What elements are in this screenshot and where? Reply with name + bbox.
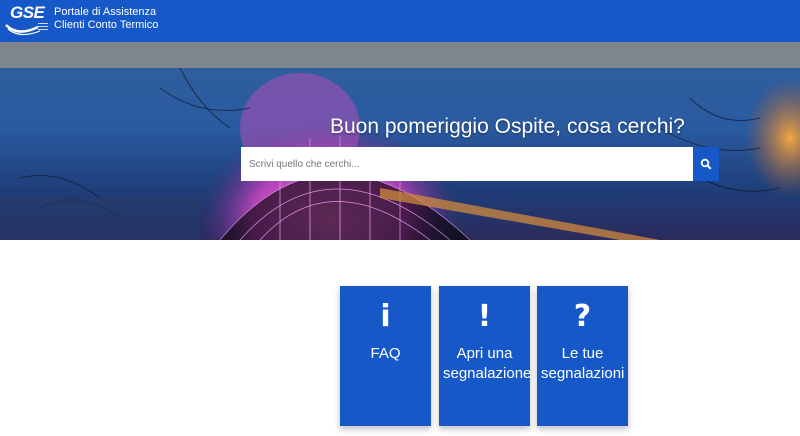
gse-logo[interactable]: GSE [4,3,50,39]
info-icon: i [380,299,391,334]
top-header: GSE Portale di Assistenza Clienti Conto … [0,0,800,42]
nav-strip [0,42,800,68]
search-bar [241,147,719,181]
logo-swoosh-icon [5,23,48,36]
search-button[interactable] [693,147,719,181]
portal-title-line1: Portale di Assistenza [54,6,157,18]
faq-tile[interactable]: i FAQ [340,286,431,426]
question-icon: ? [573,299,592,334]
portal-title-line2: Clienti Conto Termico [54,19,159,31]
my-reports-tile-label: Le tue segnalazioni [541,345,625,382]
search-icon [700,158,712,170]
exclamation-icon: ! [477,299,492,334]
hero-greeting: Buon pomeriggio Ospite, cosa cerchi? [330,115,685,138]
faq-tile-label: FAQ [370,345,401,362]
open-report-tile[interactable]: ! Apri una segnalazione [439,286,532,426]
open-report-tile-label: Apri una segnalazione [443,345,532,382]
my-reports-tile[interactable]: ? Le tue segnalazioni [537,286,628,426]
search-input[interactable] [241,147,693,181]
portal-title[interactable]: Portale di Assistenza Clienti Conto Term… [54,6,158,32]
